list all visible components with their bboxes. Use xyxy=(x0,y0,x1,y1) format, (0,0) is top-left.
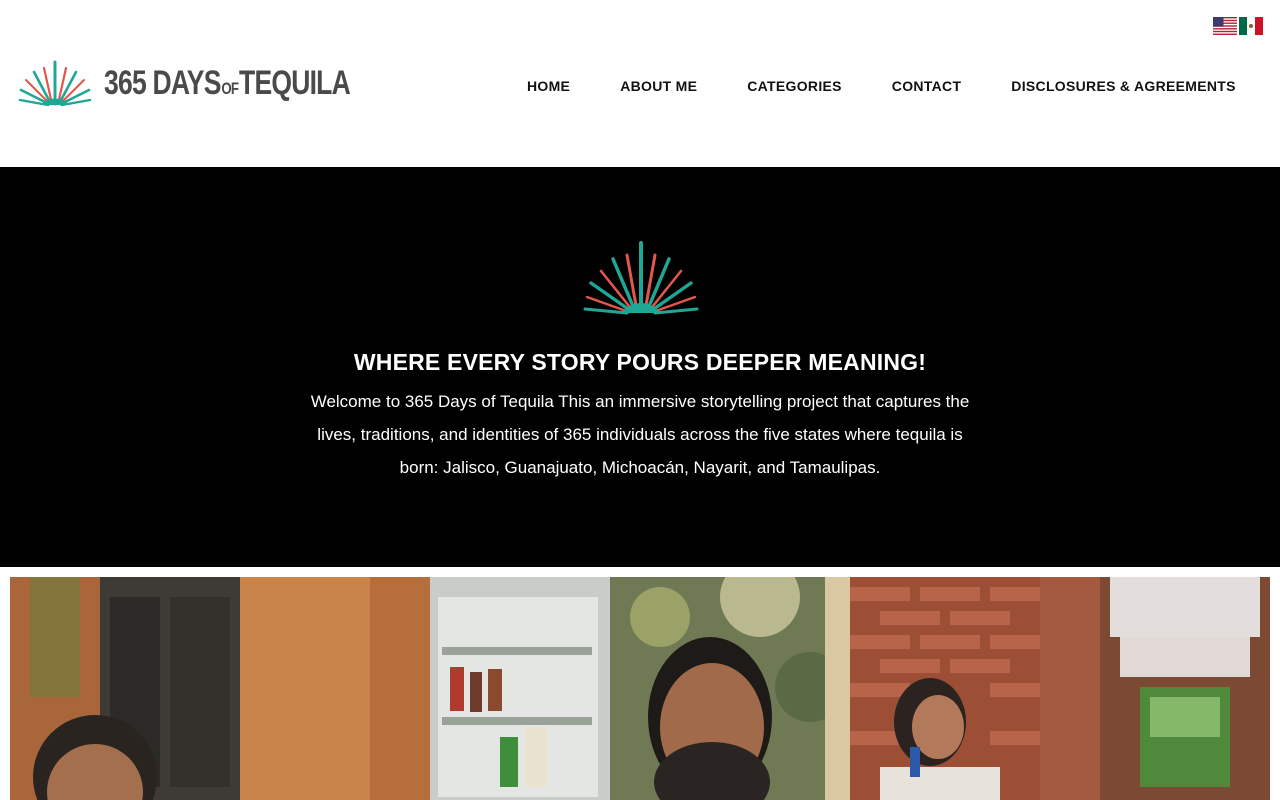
language-switcher xyxy=(1213,17,1263,35)
mexico-flag-icon[interactable] xyxy=(1239,17,1263,35)
story-gallery xyxy=(10,577,1270,800)
hero-section: WHERE EVERY STORY POURS DEEPER MEANING! … xyxy=(0,167,1280,567)
agave-icon xyxy=(583,241,699,315)
logo-text-main: 365 DAYS xyxy=(104,63,221,102)
nav-disclosures[interactable]: DISCLOSURES & AGREEMENTS xyxy=(1011,78,1235,94)
logo-text-of: OF xyxy=(221,78,239,98)
nav-categories[interactable]: CATEGORIES xyxy=(747,78,842,94)
gallery-card-1[interactable] xyxy=(10,577,430,800)
hero-description: Welcome to 365 Days of Tequila This an i… xyxy=(310,392,970,477)
portrait-woman-image xyxy=(10,577,430,800)
us-flag-icon[interactable] xyxy=(1213,17,1237,35)
nav-contact[interactable]: CONTACT xyxy=(892,78,962,94)
portrait-woman-brick-image xyxy=(850,577,1270,800)
site-logo[interactable]: 365 DAYS OF TEQUILA xyxy=(18,58,419,108)
gallery-card-3[interactable] xyxy=(850,577,1270,800)
site-header: 365 DAYS OF TEQUILA HOME ABOUT ME CATEGO… xyxy=(0,0,1280,167)
main-nav: HOME ABOUT ME CATEGORIES CONTACT DISCLOS… xyxy=(527,78,1236,94)
logo-text-end: TEQUILA xyxy=(239,63,351,102)
gallery-card-2[interactable] xyxy=(430,577,850,800)
logo-wordmark: 365 DAYS OF TEQUILA xyxy=(104,63,351,103)
agave-logo-icon xyxy=(18,60,92,107)
nav-about-me[interactable]: ABOUT ME xyxy=(620,78,697,94)
nav-home[interactable]: HOME xyxy=(527,78,570,94)
hero-title: WHERE EVERY STORY POURS DEEPER MEANING! xyxy=(353,349,927,375)
portrait-man-image xyxy=(430,577,850,800)
